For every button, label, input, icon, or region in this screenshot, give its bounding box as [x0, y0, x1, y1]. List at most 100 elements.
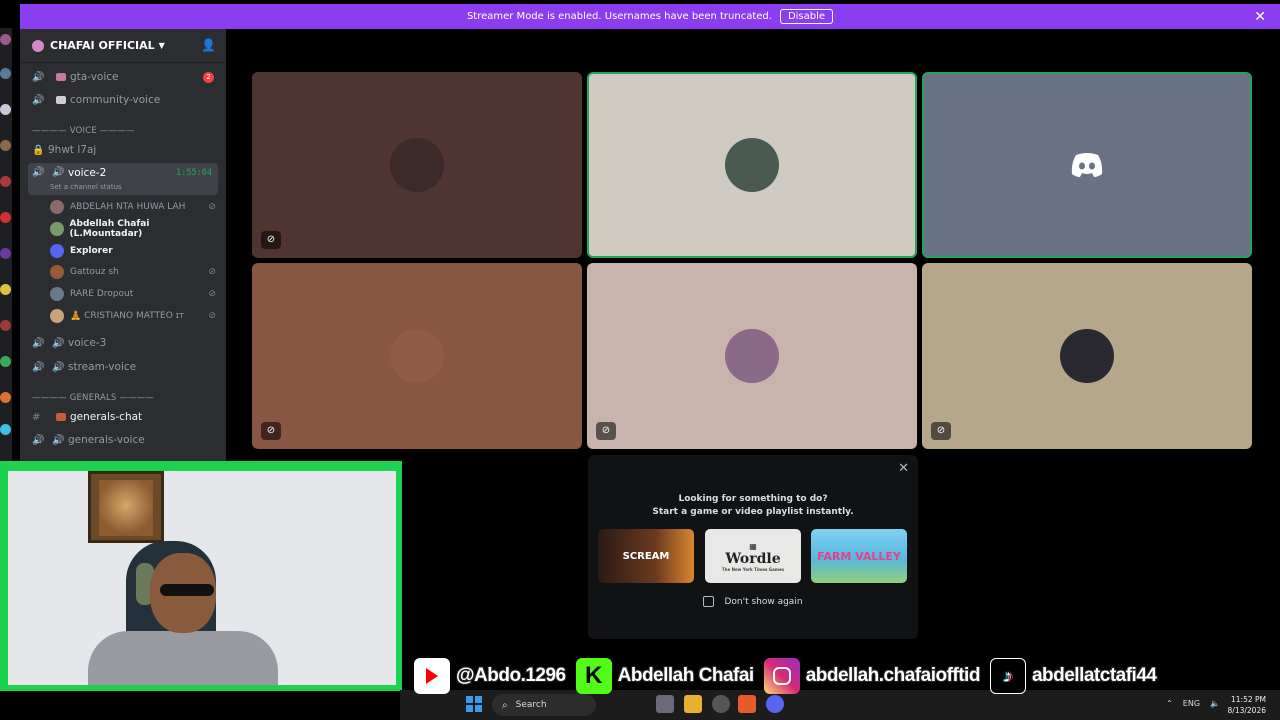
avatar	[50, 287, 64, 302]
server-icon[interactable]	[0, 68, 11, 79]
server-icon	[32, 39, 44, 52]
grid-icon: ▦	[749, 540, 757, 551]
brave-browser-icon[interactable]	[738, 695, 756, 713]
channel-label: stream-voice	[68, 361, 137, 373]
app-icon[interactable]	[712, 695, 730, 713]
speaker-icon[interactable]: 🔈	[1210, 699, 1220, 708]
speaker-icon: 🔊	[32, 434, 45, 446]
participant-avatar	[725, 138, 779, 192]
participant-tile[interactable]: ⊘	[252, 72, 582, 258]
server-icon[interactable]	[0, 176, 11, 187]
lion-painting	[99, 480, 153, 536]
channel-stream-voice[interactable]: 🔊 🔊 stream-voice	[28, 357, 218, 377]
clock-date: 8/13/2026	[1227, 706, 1266, 715]
voice-user-name: RARE Dropout	[70, 289, 134, 300]
muted-mic-icon: ⊘	[208, 267, 216, 278]
voice-user[interactable]: 🧘 CRISTIANO MATTEO ɪᴛ ⊘	[50, 306, 220, 326]
tiktok-icon: ♪	[989, 658, 1026, 694]
game-farm-valley[interactable]: FARM VALLEY	[811, 529, 907, 583]
voice-user[interactable]: ABDELAH NTA HUWA LAH ⊘	[50, 197, 220, 217]
participant-tile[interactable]	[587, 72, 917, 258]
game-scream[interactable]: SCREAM	[598, 529, 694, 583]
server-icon[interactable]	[0, 356, 11, 367]
clock[interactable]: 11:52 PM 8/13/2026	[1228, 694, 1266, 716]
avatar	[50, 200, 64, 214]
speaker-icon: 🔊	[32, 361, 45, 373]
social-handles-overlay: @Abdo.1296 K Abdellah Chafai abdellah.ch…	[414, 656, 1214, 696]
voice-user[interactable]: Gattouz sh ⊘	[50, 262, 220, 282]
channel-voice-2[interactable]: 🔊 🔊 voice-2 1:55:04 Set a channel status	[28, 163, 218, 195]
channel-label: 9hwt l7aj	[48, 144, 97, 156]
speaker-icon: 🔊	[52, 361, 65, 373]
voice-user[interactable]: RARE Dropout ⊘	[50, 284, 220, 304]
server-icon[interactable]	[0, 248, 11, 259]
category-generals[interactable]: ———— GENERALS ————	[32, 393, 154, 403]
channel-emoji-icon	[56, 413, 66, 421]
avatar	[50, 309, 64, 323]
call-timer: 1:55:04	[176, 168, 212, 178]
voice-user[interactable]: Abdellah Chafai (L.Mountadar)	[50, 219, 220, 239]
kick-letter: K	[584, 662, 603, 689]
channel-gta-voice[interactable]: 🔊 gta-voice 2	[28, 67, 218, 87]
dont-show-again[interactable]: Don't show again	[588, 596, 918, 607]
taskbar-search[interactable]: ⌕ Search	[492, 694, 596, 716]
server-icon[interactable]	[0, 320, 11, 331]
participant-tile[interactable]: ⊘	[922, 263, 1252, 449]
hash-icon: #	[32, 411, 41, 423]
add-member-icon[interactable]: 👤	[201, 38, 216, 52]
task-view-icon[interactable]	[656, 695, 674, 713]
participant-tile[interactable]: ⊘	[587, 263, 917, 449]
instagram-icon	[763, 658, 800, 694]
server-icon[interactable]	[0, 212, 11, 223]
channel-status[interactable]: Set a channel status	[50, 183, 122, 191]
channel-label: gta-voice	[70, 71, 119, 83]
speaker-icon: 🔊	[32, 337, 45, 349]
channel-locked[interactable]: 🔒 9hwt l7aj	[28, 140, 218, 160]
close-icon[interactable]: ✕	[898, 461, 909, 476]
voice-user[interactable]: Explorer	[50, 241, 220, 261]
muted-mic-icon: ⊘	[208, 289, 216, 300]
checkbox[interactable]	[703, 596, 715, 607]
participant-tile[interactable]	[922, 72, 1252, 258]
file-explorer-icon[interactable]	[684, 695, 702, 713]
close-icon[interactable]: ✕	[1254, 9, 1266, 25]
streamer-shirt	[88, 631, 278, 685]
server-rail	[0, 28, 12, 468]
channel-generals-chat[interactable]: # generals-chat	[28, 407, 218, 427]
channel-emoji-icon	[56, 73, 66, 81]
disable-button[interactable]: Disable	[779, 9, 834, 24]
screen: Streamer Mode is enabled. Usernames have…	[0, 0, 1280, 720]
server-header[interactable]: CHAFAI OFFICIAL ▼ 👤	[20, 29, 226, 63]
server-icon[interactable]	[0, 424, 11, 435]
server-icon[interactable]	[0, 34, 11, 45]
windows-start-icon[interactable]	[466, 696, 482, 712]
server-icon[interactable]	[0, 392, 11, 403]
tiktok-handle: abdellatctafi44	[1031, 665, 1157, 686]
channel-voice-3[interactable]: 🔊 🔊 voice-3	[28, 333, 218, 353]
search-icon: ⌕	[502, 699, 508, 711]
game-wordle[interactable]: ▦ Wordle The New York Times Games	[705, 529, 801, 583]
checkbox-label: Don't show again	[724, 596, 803, 607]
voice-user-name: Abdellah Chafai (L.Mountadar)	[69, 218, 150, 239]
lock-icon: 🔒	[32, 144, 45, 156]
participant-tile[interactable]: ⊘	[252, 263, 582, 449]
wall-picture-frame	[88, 471, 164, 543]
channel-community-voice[interactable]: 🔊 community-voice	[28, 90, 218, 110]
speaker-icon: 🔊	[32, 71, 45, 83]
language-indicator[interactable]: ENG	[1183, 699, 1200, 708]
clock-time: 11:52 PM	[1231, 695, 1266, 704]
activity-suggestion-popup: ✕ Looking for something to do? Start a g…	[588, 455, 918, 639]
voice-grid: ⊘ ⊘ ⊘ ⊘	[226, 29, 1280, 463]
server-icon[interactable]	[0, 284, 11, 295]
category-voice[interactable]: ———— VOICE ————	[32, 126, 135, 136]
game-label: Wordle	[725, 550, 781, 567]
channel-generals-voice[interactable]: 🔊 🔊 generals-voice	[28, 430, 218, 450]
server-icon[interactable]	[0, 104, 11, 115]
popup-title: Looking for something to do?	[678, 494, 828, 504]
channel-label: generals-voice	[68, 434, 145, 446]
discord-icon[interactable]	[766, 695, 784, 713]
channel-emoji-icon	[56, 96, 66, 104]
chevron-up-icon[interactable]: ⌃	[1166, 699, 1173, 708]
speaker-icon: 🔊	[32, 167, 45, 178]
server-icon[interactable]	[0, 140, 11, 151]
